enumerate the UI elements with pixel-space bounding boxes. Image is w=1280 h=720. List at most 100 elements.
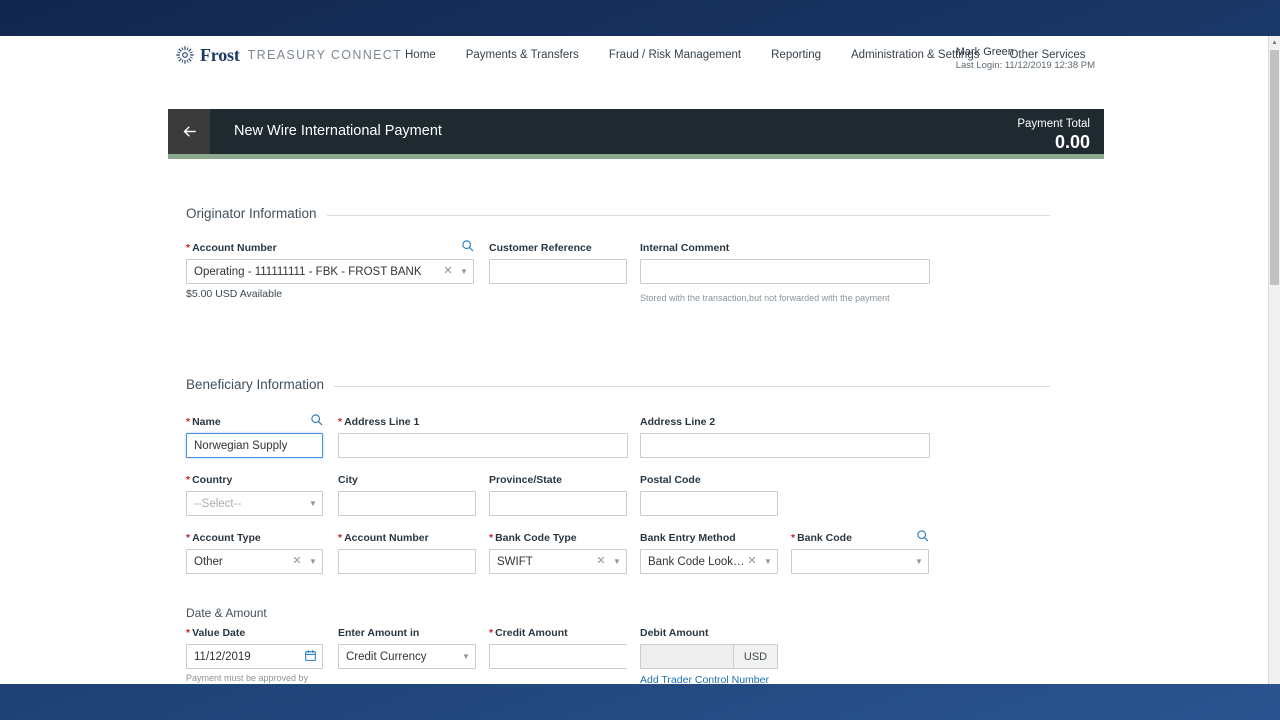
required-asterisk: *: [338, 416, 343, 428]
clear-x-icon[interactable]: ✕: [745, 556, 759, 567]
section-beneficiary-information: Beneficiary Information: [186, 374, 1050, 394]
field-bank-entry-method: Bank Entry Method Bank Code Look-up ✕ ▼: [640, 532, 778, 574]
label-text: Postal Code: [640, 474, 701, 486]
label-province-state: Province/State: [489, 474, 627, 486]
label-beneficiary-account-number: * Account Number: [338, 532, 476, 544]
bank-code-type-select[interactable]: SWIFT ✕ ▼: [489, 549, 627, 574]
label-text: Account Type: [192, 532, 261, 544]
brand-tagline: TREASURY CONNECT: [247, 48, 403, 63]
search-icon[interactable]: [461, 239, 474, 252]
scrollbar-thumb[interactable]: [1270, 50, 1279, 285]
address-line-2-input[interactable]: [640, 433, 930, 458]
label-debit-amount: Debit Amount: [640, 627, 778, 639]
enter-amount-in-select[interactable]: Credit Currency ▼: [338, 644, 476, 669]
account-type-select[interactable]: Other ✕ ▼: [186, 549, 323, 574]
required-asterisk: *: [186, 474, 191, 486]
debit-amount-control: USD: [640, 644, 778, 669]
field-internal-comment: Internal Comment Stored with the transac…: [640, 242, 930, 304]
credit-amount-control: ▼: [489, 644, 667, 669]
field-value-date: *Value Date Payment must be approved by: [186, 627, 323, 684]
value-date-input[interactable]: [186, 644, 323, 669]
field-customer-reference: Customer Reference: [489, 242, 627, 284]
clear-x-icon[interactable]: ✕: [290, 556, 304, 567]
country-select[interactable]: --Select-- ▼: [186, 491, 323, 516]
nav-item-payments-transfers[interactable]: Payments & Transfers: [466, 49, 579, 61]
label-text: Account Number: [344, 532, 429, 544]
required-asterisk: *: [791, 532, 796, 544]
required-asterisk: *: [186, 532, 191, 544]
clear-x-icon[interactable]: ✕: [594, 556, 608, 567]
brand-logo[interactable]: Frost TREASURY CONNECT: [176, 46, 402, 64]
chevron-down-icon[interactable]: ▼: [759, 557, 777, 566]
label-text: Address Line 1: [344, 416, 420, 428]
beneficiary-name-input[interactable]: [186, 433, 323, 458]
search-icon[interactable]: [310, 413, 323, 426]
originator-row-1: * Account Number Operating - 111111111 - …: [186, 239, 1086, 314]
label-internal-comment: Internal Comment: [640, 242, 930, 254]
field-originator-account-number: * Account Number Operating - 111111111 - …: [186, 239, 474, 300]
label-text: Province/State: [489, 474, 562, 486]
field-beneficiary-account-number: * Account Number: [338, 532, 476, 574]
frost-sunburst-icon: [176, 46, 194, 64]
label-text: Name: [192, 416, 221, 428]
label-text: Country: [192, 474, 233, 486]
field-postal-code: Postal Code: [640, 474, 778, 516]
required-asterisk: *: [186, 627, 191, 639]
label-value-date: * Value Date: [186, 627, 323, 639]
label-country: * Country: [186, 474, 323, 486]
chevron-down-icon[interactable]: ▼: [304, 557, 322, 566]
field-country: * Country --Select-- ▼: [186, 474, 323, 516]
chevron-down-icon[interactable]: ▼: [455, 267, 473, 276]
add-trader-control-number-link[interactable]: Add Trader Control Number: [640, 674, 769, 684]
payment-form: Originator Information * Account Number O…: [0, 159, 1268, 684]
label-text: Address Line 2: [640, 416, 716, 428]
city-input[interactable]: [338, 491, 476, 516]
clear-x-icon[interactable]: ✕: [441, 266, 455, 277]
beneficiary-row-bank: * Account Type Other ✕ ▼ * Account Number …: [186, 529, 1086, 584]
field-account-type: * Account Type Other ✕ ▼: [186, 532, 323, 574]
required-asterisk: *: [338, 532, 343, 544]
chevron-down-icon[interactable]: ▼: [304, 499, 322, 508]
page-scrollbar[interactable]: ▲: [1268, 36, 1280, 684]
payment-total: Payment Total 0.00: [1017, 117, 1090, 154]
chevron-down-icon[interactable]: ▼: [608, 557, 626, 566]
nav-item-fraud-risk-management[interactable]: Fraud / Risk Management: [609, 49, 741, 61]
internal-comment-textarea[interactable]: [640, 259, 930, 284]
calendar-icon[interactable]: [304, 649, 317, 662]
field-city: City: [338, 474, 476, 516]
label-bank-code: * Bank Code: [791, 529, 929, 544]
nav-item-home[interactable]: Home: [405, 49, 436, 61]
search-icon[interactable]: [916, 529, 929, 542]
internal-comment-hint: Stored with the transaction,but not forw…: [640, 293, 890, 303]
payment-total-value: 0.00: [1054, 132, 1090, 153]
bank-entry-method-select[interactable]: Bank Code Look-up ✕ ▼: [640, 549, 778, 574]
scroll-up-icon[interactable]: ▲: [1269, 36, 1280, 49]
page-title: New Wire International Payment: [234, 123, 442, 139]
back-button[interactable]: [168, 109, 210, 154]
chevron-down-icon[interactable]: ▼: [910, 557, 928, 566]
label-beneficiary-name: * Name: [186, 413, 323, 428]
province-state-input[interactable]: [489, 491, 627, 516]
nav-item-reporting[interactable]: Reporting: [771, 49, 821, 61]
label-bank-code-type: * Bank Code Type: [489, 532, 627, 544]
label-address-line-1: * Address Line 1: [338, 416, 628, 428]
beneficiary-row-location: * Country --Select-- ▼ City Province/Stat…: [186, 474, 1086, 526]
section-originator-information: Originator Information: [186, 203, 1050, 223]
beneficiary-account-number-input[interactable]: [338, 549, 476, 574]
customer-reference-input[interactable]: [489, 259, 627, 284]
user-info[interactable]: Mark Green Last Login: 11/12/2019 12:38 …: [956, 45, 1095, 73]
field-province-state: Province/State: [489, 474, 627, 516]
chevron-down-icon[interactable]: ▼: [457, 652, 475, 661]
postal-code-input[interactable]: [640, 491, 778, 516]
bank-code-select[interactable]: ▼: [791, 549, 929, 574]
label-enter-amount-in: Enter Amount in: [338, 627, 476, 639]
originator-account-number-select[interactable]: Operating - 111111111 - FBK - FROST BANK…: [186, 259, 474, 284]
field-bank-code: * Bank Code ▼: [791, 529, 929, 574]
value-date-hint-line-1: Payment must be approved by: [186, 673, 309, 683]
label-address-line-2: Address Line 2: [640, 416, 930, 428]
country-value: --Select--: [194, 497, 242, 510]
field-enter-amount-in: Enter Amount in Credit Currency ▼: [338, 627, 476, 669]
enter-amount-in-value: Credit Currency: [346, 650, 427, 663]
credit-amount-input[interactable]: [490, 645, 658, 668]
address-line-1-input[interactable]: [338, 433, 628, 458]
